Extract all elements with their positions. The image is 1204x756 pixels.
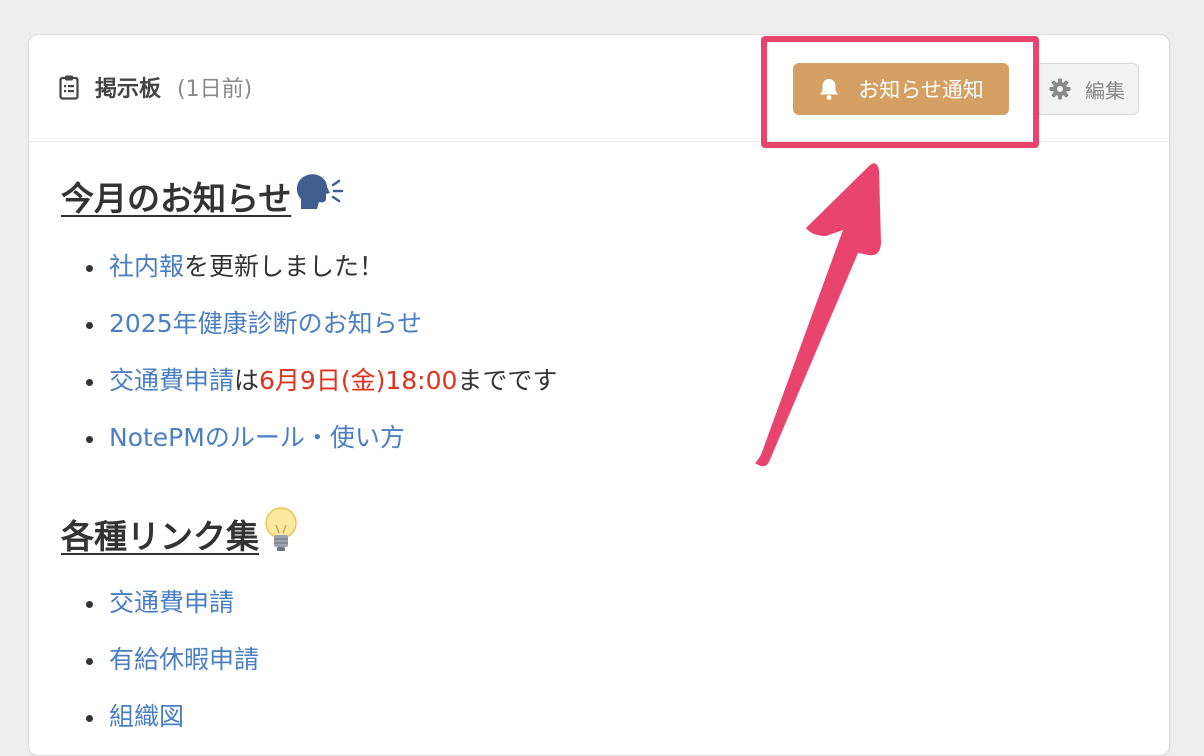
paid-leave-link[interactable]: 有給休暇申請: [109, 645, 259, 674]
announcement-list: 社内報を更新しました！ 2025年健康診断のお知らせ 交通費申請は6月9日(金)…: [61, 251, 557, 479]
list-item-text: は: [234, 366, 260, 395]
section-heading-this-month: 今月のお知らせ: [61, 171, 345, 221]
last-updated-time: (1日前): [177, 77, 253, 102]
edit-button[interactable]: 編集: [1035, 63, 1139, 115]
page-title: 掲示板: [95, 77, 162, 102]
section-heading-text: 各種リンク集: [61, 517, 259, 556]
list-item: 社内報を更新しました！: [61, 251, 557, 308]
transport-expense-link[interactable]: 交通費申請: [109, 366, 234, 395]
header-left: 掲示板 (1日前): [59, 71, 252, 103]
notepm-rules-link[interactable]: NotePMのルール・使い方: [109, 423, 405, 452]
list-item: 2025年健康診断のお知らせ: [61, 308, 557, 365]
company-newsletter-link[interactable]: 社内報: [109, 252, 184, 281]
bell-icon: [818, 77, 840, 101]
section-heading-text: 今月のお知らせ: [61, 179, 292, 218]
card-header: 掲示板 (1日前) お知らせ通知 編集: [29, 35, 1169, 142]
list-item: NotePMのルール・使い方: [61, 422, 557, 479]
list-item: 有給休暇申請: [61, 644, 259, 701]
deadline-text: 6月9日(金)18:00: [259, 366, 458, 395]
bulletin-board-card: 掲示板 (1日前) お知らせ通知 編集 今月のお知らせ 社内報を更新しました！ …: [28, 34, 1170, 756]
edit-button-label: 編集: [1085, 78, 1125, 103]
link-list: 交通費申請 有給休暇申請 組織図: [61, 587, 259, 755]
gear-icon: [1049, 78, 1071, 100]
org-chart-link[interactable]: 組織図: [109, 702, 184, 731]
list-item: 交通費申請: [61, 587, 259, 644]
notification-button[interactable]: お知らせ通知: [793, 63, 1009, 115]
transport-expense-form-link[interactable]: 交通費申請: [109, 588, 234, 617]
speaking-head-icon: [293, 171, 345, 221]
section-heading-links: 各種リンク集: [61, 505, 301, 563]
clipboard-icon: [59, 74, 79, 100]
notification-button-label: お知らせ通知: [858, 78, 984, 102]
list-item-text: を更新しました！: [184, 252, 385, 281]
light-bulb-icon: [261, 505, 301, 563]
list-item-text: までです: [457, 366, 558, 395]
list-item: 組織図: [61, 701, 259, 755]
health-checkup-link[interactable]: 2025年健康診断のお知らせ: [109, 309, 422, 338]
list-item: 交通費申請は6月9日(金)18:00までです: [61, 365, 557, 422]
